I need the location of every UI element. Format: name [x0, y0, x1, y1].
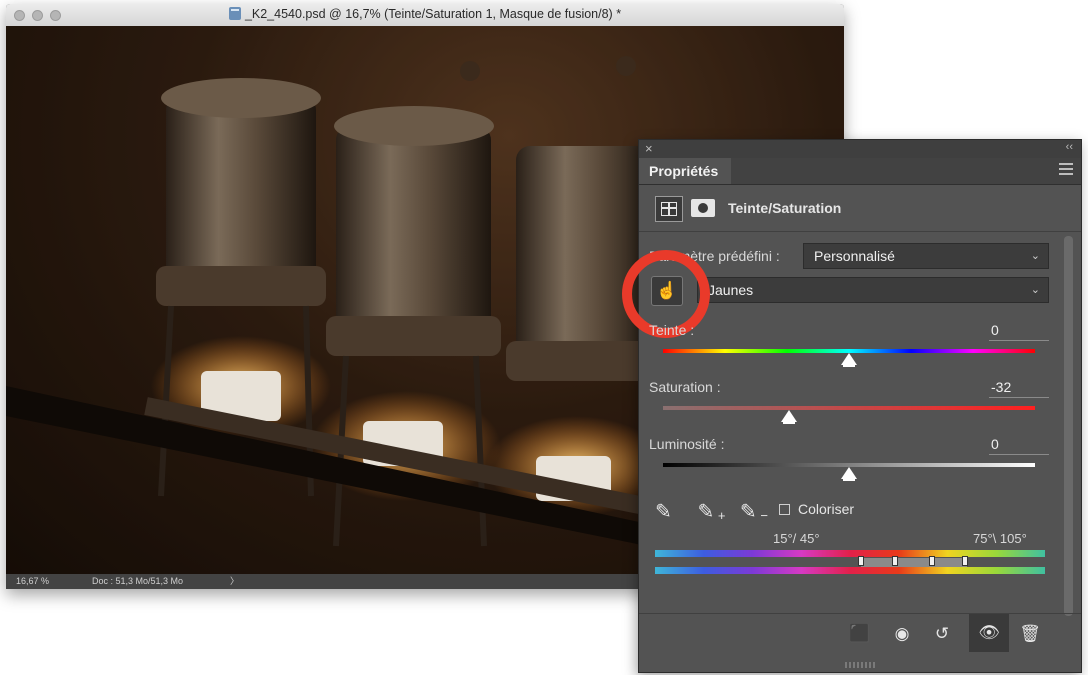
panel-footer: ⬛ ◉ ↺ 👁 🗑: [639, 613, 1081, 654]
eyedropper-group: ✎ ✎ + ✎ −: [655, 500, 778, 524]
hue-value-field[interactable]: 0: [989, 322, 1049, 341]
channel-dropdown[interactable]: Jaunes ⌄: [697, 277, 1049, 303]
color-range-marker[interactable]: [861, 558, 967, 567]
tab-properties[interactable]: Propriétés: [639, 158, 731, 184]
layer-mask-icon[interactable]: [691, 199, 715, 217]
doc-size: Doc : 51,3 Mo/51,3 Mo: [92, 576, 184, 586]
saturation-slider-track[interactable]: [663, 406, 1035, 410]
adjustment-header: Teinte/Saturation: [639, 185, 1081, 232]
saturation-value-field[interactable]: -32: [989, 379, 1049, 398]
view-previous-icon[interactable]: ◉: [889, 622, 915, 646]
saturation-slider-thumb[interactable]: [781, 410, 798, 424]
checkbox-box[interactable]: [779, 504, 790, 515]
chevron-down-icon: ⌄: [1030, 284, 1040, 296]
range-left-value: 15°/ 45°: [773, 531, 820, 546]
chevron-down-icon: ⌄: [1030, 250, 1040, 262]
status-menu-arrow[interactable]: 〉: [230, 574, 239, 589]
panel-collapse-icon[interactable]: ‹‹: [1066, 141, 1073, 153]
range-handle-inner-right[interactable]: [929, 556, 935, 566]
targeted-adjustment-tool-icon[interactable]: ☝: [651, 276, 683, 306]
hue-saturation-icon[interactable]: [655, 196, 683, 222]
channel-value: Jaunes: [708, 282, 754, 298]
panel-close-icon[interactable]: ×: [645, 141, 653, 156]
panel-scrollbar[interactable]: [1064, 236, 1073, 616]
adjustment-title: Teinte/Saturation: [728, 200, 842, 216]
clip-icon[interactable]: ⬛: [847, 622, 873, 646]
reset-icon[interactable]: ↺: [929, 622, 955, 646]
range-right-value: 75°\ 105°: [973, 531, 1027, 546]
lightness-label: Luminosité :: [649, 436, 725, 452]
hue-label: Teinte :: [649, 322, 695, 338]
color-range-bar-bottom: [655, 567, 1045, 574]
eyedropper-subtract-icon[interactable]: ✎ −: [740, 500, 768, 524]
panel-menu-icon[interactable]: [1059, 163, 1073, 175]
hue-slider-thumb[interactable]: [841, 353, 857, 367]
visibility-icon[interactable]: 👁: [969, 614, 1009, 652]
properties-panel: × ‹‹ Propriétés Teinte/Saturation Paramè…: [622, 139, 1082, 673]
resize-grip[interactable]: [845, 662, 875, 668]
panel-tabbar: Propriétés: [639, 158, 1081, 185]
colorize-checkbox[interactable]: Coloriser: [779, 501, 854, 517]
lightness-slider-thumb[interactable]: [841, 467, 857, 481]
psd-file-icon: [228, 7, 241, 20]
saturation-label: Saturation :: [649, 379, 721, 395]
range-handle-outer-left[interactable]: [858, 556, 864, 566]
preset-value: Personnalisé: [814, 248, 895, 264]
zoom-level[interactable]: 16,67 %: [16, 574, 49, 589]
lightness-value-field[interactable]: 0: [989, 436, 1049, 455]
range-handle-outer-right[interactable]: [962, 556, 968, 566]
document-titlebar: _K2_4540.psd @ 16,7% (Teinte/Saturation …: [6, 4, 844, 27]
preset-dropdown[interactable]: Personnalisé ⌄: [803, 243, 1049, 269]
panel-top-bar: × ‹‹: [639, 140, 1081, 158]
delete-icon[interactable]: 🗑: [1017, 622, 1043, 646]
eyedropper-add-icon[interactable]: ✎ +: [697, 500, 725, 524]
document-title-text: _K2_4540.psd @ 16,7% (Teinte/Saturation …: [244, 7, 622, 21]
range-handle-inner-left[interactable]: [892, 556, 898, 566]
color-range-bar-top: [655, 550, 1045, 557]
eyedropper-icon[interactable]: ✎: [655, 500, 679, 524]
colorize-label: Coloriser: [798, 501, 855, 517]
document-title: _K2_4540.psd @ 16,7% (Teinte/Saturation …: [6, 7, 844, 21]
